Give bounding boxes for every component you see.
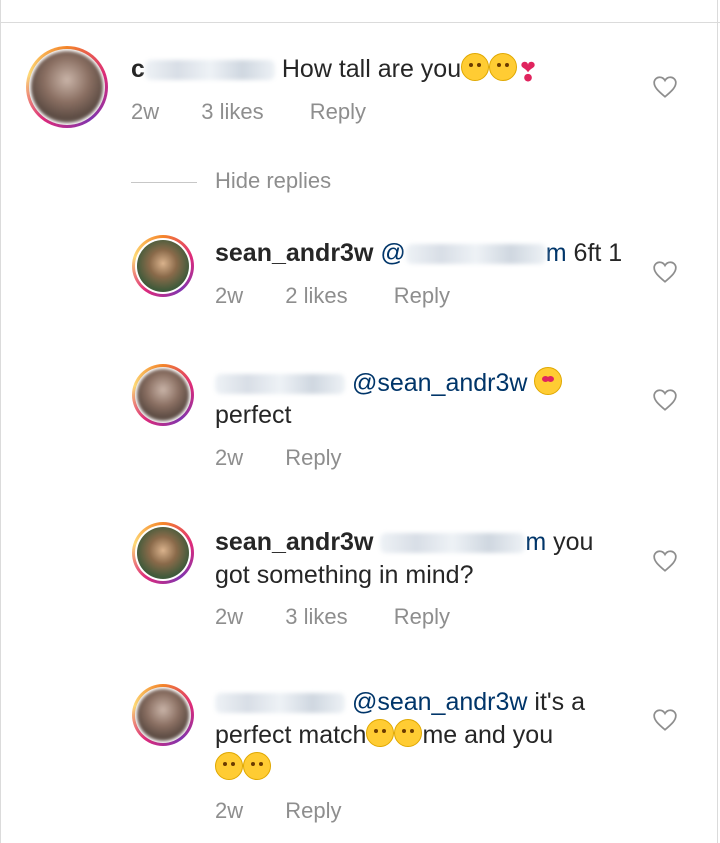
avatar[interactable] [132, 522, 194, 584]
reply-body: perfect [215, 401, 292, 429]
heart-outline-icon[interactable] [652, 388, 678, 412]
reply-likes[interactable]: 2 likes [285, 283, 347, 309]
avatar[interactable] [132, 364, 194, 426]
comment-time[interactable]: 2w [131, 99, 159, 125]
reply-body: it's a [534, 688, 586, 716]
reply-username[interactable]: sean_andr3w [215, 239, 373, 267]
reply-text: @sean_andr3w it's a [215, 685, 585, 719]
reply-meta: 2w 2 likes Reply [215, 283, 450, 309]
reply-button[interactable]: Reply [394, 283, 450, 309]
smiling-face-emoji [394, 719, 423, 747]
reply-button[interactable]: Reply [285, 798, 341, 824]
comment-likes[interactable]: 3 likes [201, 99, 263, 125]
heart-outline-icon[interactable] [652, 260, 678, 284]
avatar[interactable] [132, 235, 194, 297]
reply-body: 6ft 1 [573, 239, 623, 267]
heart-exclamation-emoji: ❣ [517, 57, 539, 87]
reply-meta: 2w Reply [215, 445, 342, 471]
comment-meta: 2w 3 likes Reply [131, 99, 366, 125]
reply-text-line2: perfect match me and you [215, 718, 553, 752]
divider [0, 22, 720, 23]
reply-meta: 2w Reply [215, 798, 342, 824]
reply-button[interactable]: Reply [310, 99, 366, 125]
tears-of-joy-emoji [243, 752, 271, 780]
reply-likes[interactable]: 3 likes [285, 604, 347, 630]
reply-body-continued-2: me and you [422, 721, 554, 749]
comment-text: c How tall are you ❣ [131, 52, 547, 86]
redacted-mention [405, 244, 546, 265]
mention-link[interactable]: m [380, 528, 546, 556]
reply-text-line2: perfect [215, 398, 291, 432]
reply-text-line3 [215, 751, 271, 785]
comment-username[interactable]: c [131, 55, 145, 83]
tears-of-joy-emoji [366, 719, 395, 747]
mention-link[interactable]: @ m [380, 239, 566, 267]
hide-replies-button[interactable]: Hide replies [131, 168, 331, 194]
mention-link[interactable]: @sean_andr3w [352, 369, 528, 397]
reply-button[interactable]: Reply [285, 445, 341, 471]
reply-body-continued: got something in mind? [215, 561, 474, 589]
heart-outline-icon[interactable] [652, 549, 678, 573]
reply-text-line2: got something in mind? [215, 558, 473, 592]
hide-replies-label: Hide replies [215, 168, 332, 193]
heart-outline-icon[interactable] [652, 75, 678, 99]
redacted-username [215, 693, 345, 714]
reply-text: sean_andr3w m you [215, 525, 593, 559]
redacted-username [144, 60, 275, 81]
smiling-face-emoji [461, 53, 490, 81]
reply-meta: 2w 3 likes Reply [215, 604, 450, 630]
avatar[interactable] [26, 46, 108, 128]
redacted-username [215, 374, 345, 395]
avatar[interactable] [132, 684, 194, 746]
reply-time[interactable]: 2w [215, 283, 243, 309]
mention-link[interactable]: @sean_andr3w [352, 688, 528, 716]
reply-body-continued: perfect match [215, 721, 367, 749]
hide-replies-rule [131, 181, 197, 183]
hugging-face-emoji [489, 53, 518, 81]
reply-text: @sean_andr3w [215, 366, 563, 400]
reply-time[interactable]: 2w [215, 604, 243, 630]
reply-button[interactable]: Reply [394, 604, 450, 630]
reply-time[interactable]: 2w [215, 798, 243, 824]
reply-time[interactable]: 2w [215, 445, 243, 471]
heart-eyes-emoji [534, 367, 563, 395]
reply-text: sean_andr3w @ m 6ft 1 [215, 236, 622, 270]
reply-body: you [553, 528, 594, 556]
redacted-mention [380, 533, 526, 554]
heart-outline-icon[interactable] [652, 708, 678, 732]
comment-body: How tall are you [281, 55, 462, 83]
reply-username[interactable]: sean_andr3w [215, 528, 373, 556]
eye-roll-emoji [215, 752, 243, 780]
